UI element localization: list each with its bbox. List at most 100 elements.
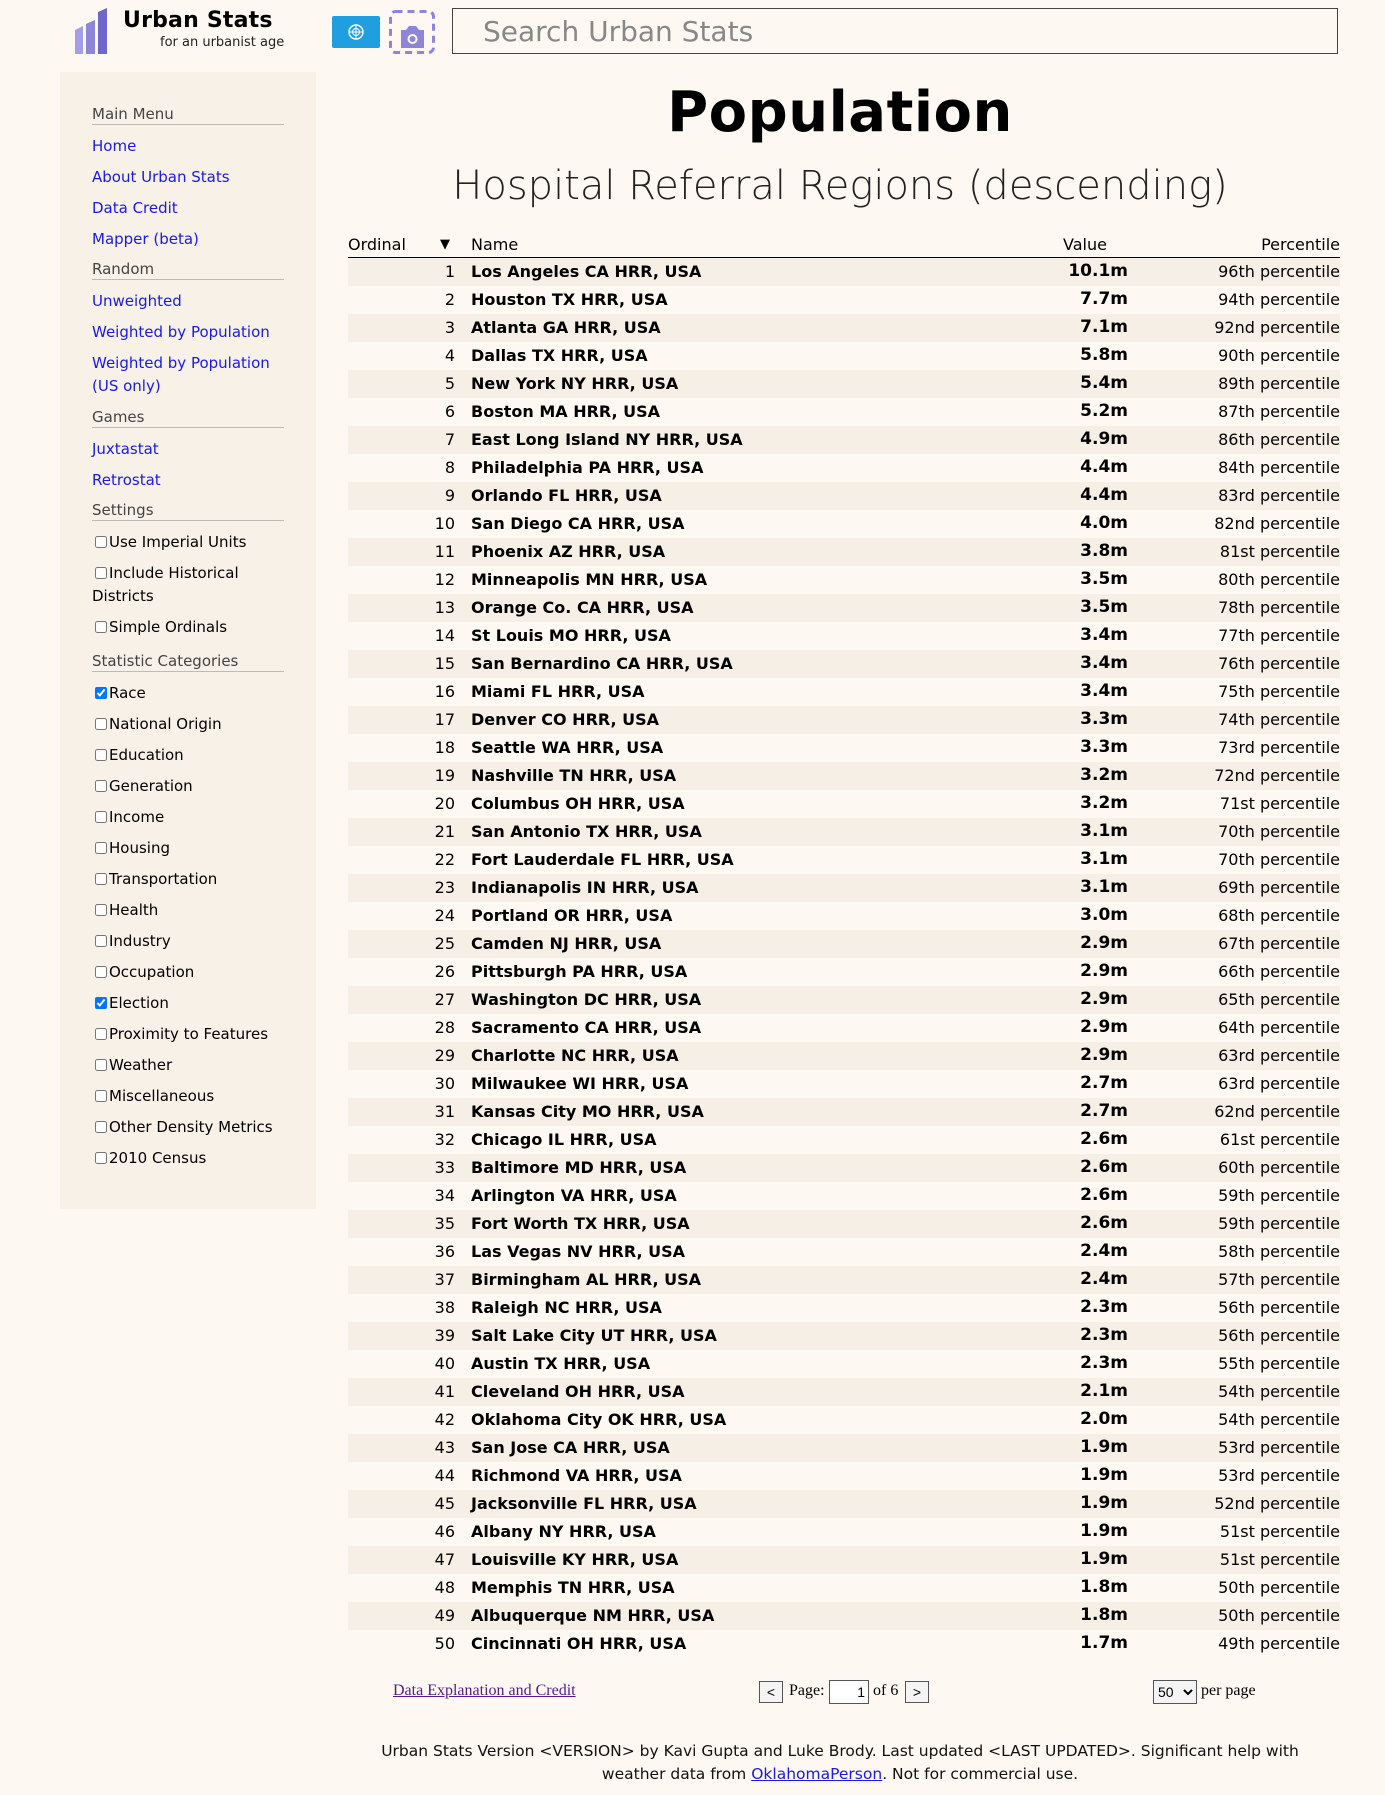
row-name-link[interactable]: Orange Co. CA HRR, USA bbox=[471, 598, 694, 617]
row-name-link[interactable]: Cincinnati OH HRR, USA bbox=[471, 1634, 686, 1653]
sidebar-link-unweighted[interactable]: Unweighted bbox=[92, 290, 288, 313]
row-name-link[interactable]: Washington DC HRR, USA bbox=[471, 990, 701, 1009]
row-name-link[interactable]: Houston TX HRR, USA bbox=[471, 290, 668, 309]
checkbox[interactable] bbox=[95, 1059, 107, 1071]
row-name-link[interactable]: Minneapolis MN HRR, USA bbox=[471, 570, 707, 589]
row-name-link[interactable]: Philadelphia PA HRR, USA bbox=[471, 458, 703, 477]
checkbox[interactable] bbox=[95, 536, 107, 548]
row-name-link[interactable]: Baltimore MD HRR, USA bbox=[471, 1158, 686, 1177]
checkbox[interactable] bbox=[95, 718, 107, 730]
checkbox[interactable] bbox=[95, 873, 107, 885]
checkbox-item[interactable]: Election bbox=[92, 992, 288, 1015]
checkbox-item[interactable]: 2010 Census bbox=[92, 1147, 288, 1170]
row-name-link[interactable]: Kansas City MO HRR, USA bbox=[471, 1102, 704, 1121]
checkbox[interactable] bbox=[95, 1152, 107, 1164]
row-name-link[interactable]: Los Angeles CA HRR, USA bbox=[471, 262, 701, 281]
sidebar-link-about[interactable]: About Urban Stats bbox=[92, 166, 288, 189]
next-page-button[interactable]: > bbox=[905, 1681, 929, 1703]
row-name-link[interactable]: San Jose CA HRR, USA bbox=[471, 1438, 670, 1457]
row-name-link[interactable]: Fort Worth TX HRR, USA bbox=[471, 1214, 690, 1233]
checkbox[interactable] bbox=[95, 780, 107, 792]
row-name-link[interactable]: Dallas TX HRR, USA bbox=[471, 346, 648, 365]
checkbox[interactable] bbox=[95, 567, 107, 579]
row-name-link[interactable]: Jacksonville FL HRR, USA bbox=[471, 1494, 697, 1513]
checkbox[interactable] bbox=[95, 1090, 107, 1102]
row-name-link[interactable]: New York NY HRR, USA bbox=[471, 374, 678, 393]
column-header-name[interactable]: Name bbox=[471, 235, 518, 254]
column-header-percentile[interactable]: Percentile bbox=[1261, 235, 1340, 254]
checkbox-item[interactable]: Weather bbox=[92, 1054, 288, 1077]
page-number-input[interactable] bbox=[829, 1680, 869, 1704]
row-name-link[interactable]: Camden NJ HRR, USA bbox=[471, 934, 661, 953]
sidebar-link-retrostat[interactable]: Retrostat bbox=[92, 469, 288, 492]
row-name-link[interactable]: San Bernardino CA HRR, USA bbox=[471, 654, 733, 673]
row-name-link[interactable]: Oklahoma City OK HRR, USA bbox=[471, 1410, 726, 1429]
brand-title[interactable]: Urban Stats bbox=[123, 8, 273, 33]
row-name-link[interactable]: Raleigh NC HRR, USA bbox=[471, 1298, 662, 1317]
row-name-link[interactable]: Boston MA HRR, USA bbox=[471, 402, 660, 421]
row-name-link[interactable]: Miami FL HRR, USA bbox=[471, 682, 645, 701]
row-name-link[interactable]: Pittsburgh PA HRR, USA bbox=[471, 962, 687, 981]
sidebar-link-weighted-population[interactable]: Weighted by Population bbox=[92, 321, 288, 344]
row-name-link[interactable]: Portland OR HRR, USA bbox=[471, 906, 672, 925]
search-input[interactable] bbox=[452, 8, 1338, 54]
checkbox-item[interactable]: Race bbox=[92, 682, 288, 705]
checkbox-item[interactable]: Health bbox=[92, 899, 288, 922]
per-page-select[interactable]: 50 bbox=[1153, 1680, 1197, 1704]
checkbox[interactable] bbox=[95, 904, 107, 916]
previous-page-button[interactable]: < bbox=[759, 1681, 783, 1703]
universe-flag-button[interactable] bbox=[332, 16, 380, 48]
checkbox-item[interactable]: National Origin bbox=[92, 713, 288, 736]
row-name-link[interactable]: Seattle WA HRR, USA bbox=[471, 738, 663, 757]
sidebar-link-home[interactable]: Home bbox=[92, 135, 288, 158]
row-name-link[interactable]: Albuquerque NM HRR, USA bbox=[471, 1606, 714, 1625]
checkbox-item[interactable]: Other Density Metrics bbox=[92, 1116, 288, 1139]
sort-descending-icon[interactable]: ▼ bbox=[440, 237, 450, 252]
row-name-link[interactable]: Chicago IL HRR, USA bbox=[471, 1130, 657, 1149]
checkbox[interactable] bbox=[95, 749, 107, 761]
data-explanation-link[interactable]: Data Explanation and Credit bbox=[393, 1682, 576, 1700]
sidebar-link-data-credit[interactable]: Data Credit bbox=[92, 197, 288, 220]
sidebar-link-juxtastat[interactable]: Juxtastat bbox=[92, 438, 288, 461]
checkbox[interactable] bbox=[95, 966, 107, 978]
row-name-link[interactable]: Orlando FL HRR, USA bbox=[471, 486, 662, 505]
row-name-link[interactable]: Richmond VA HRR, USA bbox=[471, 1466, 682, 1485]
checkbox-item[interactable]: Occupation bbox=[92, 961, 288, 984]
row-name-link[interactable]: Charlotte NC HRR, USA bbox=[471, 1046, 679, 1065]
row-name-link[interactable]: Birmingham AL HRR, USA bbox=[471, 1270, 701, 1289]
checkbox-item[interactable]: Proximity to Features bbox=[92, 1023, 288, 1046]
sidebar-link-weighted-population-us[interactable]: Weighted by Population (US only) bbox=[92, 352, 288, 398]
row-name-link[interactable]: Nashville TN HRR, USA bbox=[471, 766, 676, 785]
checkbox-item[interactable]: Industry bbox=[92, 930, 288, 953]
sidebar-link-mapper[interactable]: Mapper (beta) bbox=[92, 228, 288, 251]
column-header-ordinal[interactable]: Ordinal bbox=[348, 235, 406, 254]
checkbox[interactable] bbox=[95, 842, 107, 854]
checkbox[interactable] bbox=[95, 1028, 107, 1040]
checkbox-item[interactable]: Income bbox=[92, 806, 288, 829]
row-name-link[interactable]: Cleveland OH HRR, USA bbox=[471, 1382, 685, 1401]
row-name-link[interactable]: San Antonio TX HRR, USA bbox=[471, 822, 702, 841]
checkbox-item[interactable]: Miscellaneous bbox=[92, 1085, 288, 1108]
row-name-link[interactable]: Indianapolis IN HRR, USA bbox=[471, 878, 699, 897]
row-name-link[interactable]: Las Vegas NV HRR, USA bbox=[471, 1242, 685, 1261]
row-name-link[interactable]: Sacramento CA HRR, USA bbox=[471, 1018, 701, 1037]
screenshot-camera-icon[interactable] bbox=[389, 10, 435, 54]
row-name-link[interactable]: Fort Lauderdale FL HRR, USA bbox=[471, 850, 734, 869]
checkbox-item[interactable]: Simple Ordinals bbox=[92, 616, 288, 639]
checkbox-item[interactable]: Include Historical Districts bbox=[92, 562, 288, 608]
checkbox[interactable] bbox=[95, 997, 107, 1009]
checkbox-item[interactable]: Education bbox=[92, 744, 288, 767]
row-name-link[interactable]: Phoenix AZ HRR, USA bbox=[471, 542, 665, 561]
checkbox[interactable] bbox=[95, 687, 107, 699]
row-name-link[interactable]: Denver CO HRR, USA bbox=[471, 710, 659, 729]
checkbox-item[interactable]: Generation bbox=[92, 775, 288, 798]
row-name-link[interactable]: Louisville KY HRR, USA bbox=[471, 1550, 678, 1569]
row-name-link[interactable]: Milwaukee WI HRR, USA bbox=[471, 1074, 688, 1093]
checkbox[interactable] bbox=[95, 935, 107, 947]
row-name-link[interactable]: East Long Island NY HRR, USA bbox=[471, 430, 743, 449]
row-name-link[interactable]: Austin TX HRR, USA bbox=[471, 1354, 650, 1373]
oklahomaperson-link[interactable]: OklahomaPerson bbox=[751, 1765, 882, 1783]
checkbox-item[interactable]: Housing bbox=[92, 837, 288, 860]
checkbox-item[interactable]: Transportation bbox=[92, 868, 288, 891]
checkbox-item[interactable]: Use Imperial Units bbox=[92, 531, 288, 554]
